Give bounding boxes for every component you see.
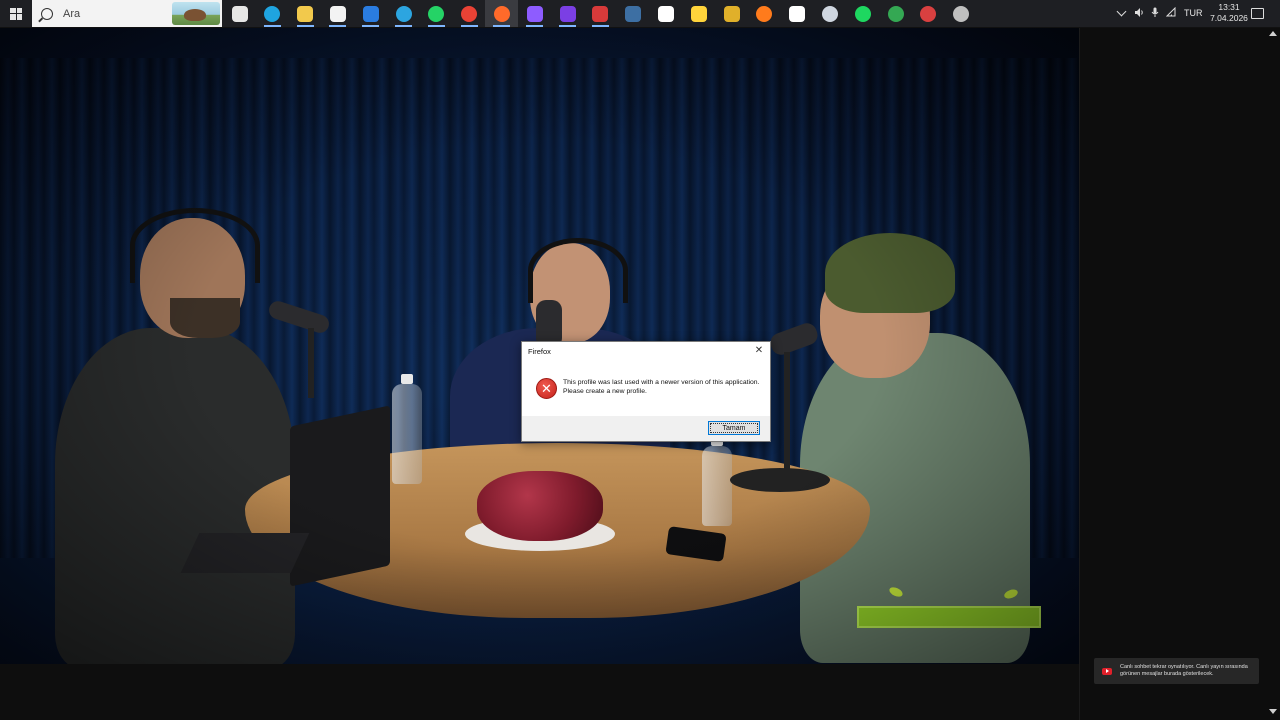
- puzzle-app-icon: [723, 5, 740, 22]
- edge-icon: [264, 5, 281, 22]
- live-chat-panel: Canlı sohbet tekrar oynatılıyor. Canlı y…: [1079, 28, 1280, 720]
- sticky-notes-icon: [690, 5, 707, 22]
- blank-document-icon: [789, 5, 806, 22]
- running-indicator: [263, 25, 281, 27]
- firefox-icon: [493, 5, 510, 22]
- taskbar-app-chrome[interactable]: [453, 0, 486, 27]
- search-icon: [41, 7, 53, 20]
- taskbar-app-drop[interactable]: [518, 0, 551, 27]
- chrome-icon: [461, 5, 478, 22]
- chrome-profile-icon: [887, 5, 904, 22]
- taskbar-app-red-app[interactable]: [584, 0, 617, 27]
- running-indicator: [427, 25, 445, 27]
- running-indicator: [591, 25, 609, 27]
- input-language[interactable]: TUR: [1184, 8, 1203, 18]
- notification-center-icon[interactable]: [1251, 8, 1264, 19]
- ok-button[interactable]: Tamam: [708, 421, 760, 435]
- running-indicator: [460, 25, 478, 27]
- running-indicator: [493, 25, 511, 27]
- dialog-close-icon[interactable]: ✕: [753, 345, 765, 357]
- clock[interactable]: 13:31 7.04.2026: [1207, 2, 1251, 24]
- search-placeholder: Ara: [63, 7, 81, 20]
- running-indicator: [395, 25, 412, 27]
- taskbar-app-edge[interactable]: [256, 0, 289, 27]
- scroll-up-arrow-icon[interactable]: [1269, 31, 1277, 36]
- error-icon: ✕: [536, 378, 557, 399]
- speaker-icon[interactable]: [1134, 7, 1144, 18]
- dialog-title: Firefox: [528, 347, 551, 356]
- taskbar-app-mail[interactable]: [354, 0, 387, 27]
- taskbar-app-sticky-notes[interactable]: [682, 0, 715, 27]
- steam-icon: [625, 5, 642, 22]
- taskbar-app-task-view[interactable]: [223, 0, 256, 27]
- running-indicator: [362, 25, 380, 27]
- taskbar-app-puzzle-app[interactable]: [715, 0, 748, 27]
- mail-icon: [362, 5, 379, 22]
- red-app-icon: [592, 5, 609, 22]
- taskbar-app-document[interactable]: [649, 0, 682, 27]
- taskbar-app-disc[interactable]: [813, 0, 846, 27]
- running-indicator: [559, 25, 576, 27]
- taskbar-app-blank-document[interactable]: [781, 0, 814, 27]
- clock-time: 13:31: [1218, 2, 1240, 12]
- taskbar-app-whatsapp[interactable]: [420, 0, 453, 27]
- network-icon[interactable]: [1166, 7, 1176, 18]
- record-app-icon: [920, 5, 937, 22]
- taskbar-app-chrome-profile[interactable]: [879, 0, 912, 27]
- drop-icon: [526, 5, 543, 22]
- store-icon: [329, 5, 346, 22]
- show-hidden-icons-chevron-icon[interactable]: [1116, 6, 1127, 17]
- document-icon: [657, 5, 674, 22]
- running-indicator: [296, 25, 314, 27]
- ember-icon: [756, 5, 773, 22]
- scroll-down-arrow-icon[interactable]: [1269, 709, 1277, 714]
- disc-icon: [821, 5, 838, 22]
- dialog-footer: Tamam: [522, 416, 770, 441]
- microphone-icon[interactable]: [1150, 7, 1160, 18]
- whatsapp-icon: [428, 5, 445, 22]
- taskbar: Ara TUR 13:31 7.04.2026: [0, 0, 1280, 28]
- clock-date: 7.04.2026: [1210, 13, 1248, 23]
- windows-logo-icon: [10, 7, 22, 20]
- taskbar-app-ember[interactable]: [748, 0, 781, 27]
- search-highlight-image: [172, 2, 220, 25]
- taskbar-app-clapper[interactable]: [551, 0, 584, 27]
- clapper-icon: [559, 5, 576, 22]
- taskbar-app-file-explorer[interactable]: [289, 0, 322, 27]
- taskbar-app-telegram[interactable]: [387, 0, 420, 27]
- search-box[interactable]: Ara: [32, 0, 222, 27]
- chat-replay-notice: Canlı sohbet tekrar oynatılıyor. Canlı y…: [1094, 658, 1259, 684]
- taskbar-app-firefox[interactable]: [485, 0, 519, 27]
- taskbar-app-steam[interactable]: [617, 0, 650, 27]
- running-indicator: [329, 25, 347, 27]
- system-tray: TUR 13:31 7.04.2026: [1110, 0, 1280, 27]
- taskbar-app-record-app[interactable]: [912, 0, 945, 27]
- player-bottom-area: [0, 664, 1079, 720]
- task-view-icon: [231, 5, 248, 22]
- start-button[interactable]: [0, 0, 32, 27]
- youtube-icon: [1102, 667, 1112, 675]
- gray-app-icon: [953, 5, 970, 22]
- dialog-message: This profile was last used with a newer …: [563, 379, 760, 395]
- taskbar-app-store[interactable]: [321, 0, 354, 27]
- chat-replay-text: Canlı sohbet tekrar oynatılıyor. Canlı y…: [1120, 664, 1248, 677]
- spotify-icon: [854, 5, 871, 22]
- running-indicator: [526, 25, 544, 27]
- file-explorer-icon: [297, 5, 314, 22]
- taskbar-app-spotify[interactable]: [846, 0, 879, 27]
- taskbar-app-gray-app[interactable]: [945, 0, 978, 27]
- firefox-error-dialog: Firefox ✕ ✕ This profile was last used w…: [521, 341, 771, 442]
- telegram-icon: [395, 5, 412, 22]
